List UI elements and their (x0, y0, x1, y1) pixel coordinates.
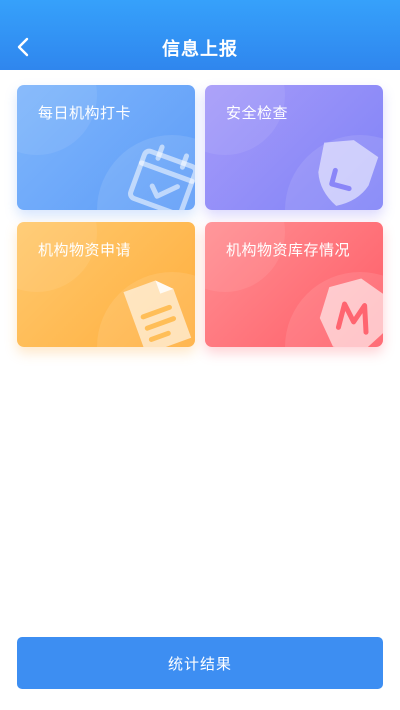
card-label: 机构物资申请 (38, 241, 132, 259)
card-safety-inspection[interactable]: 安全检查 (205, 85, 383, 210)
card-supply-application[interactable]: 机构物资申请 (17, 222, 195, 347)
calendar-check-icon (128, 144, 195, 210)
inventory-badge-icon (319, 278, 383, 347)
header-bar: 信息上报 (0, 0, 400, 70)
shield-check-icon (318, 140, 379, 206)
page-title: 信息上报 (162, 39, 238, 60)
card-label: 安全检查 (226, 104, 289, 122)
document-icon (123, 280, 192, 347)
card-label: 每日机构打卡 (38, 104, 132, 122)
statistics-result-button[interactable]: 统计结果 (17, 637, 383, 689)
card-supply-inventory[interactable]: 机构物资库存情况 (205, 222, 383, 347)
card-label: 机构物资库存情况 (226, 241, 351, 259)
card-daily-checkin[interactable]: 每日机构打卡 (17, 85, 195, 210)
